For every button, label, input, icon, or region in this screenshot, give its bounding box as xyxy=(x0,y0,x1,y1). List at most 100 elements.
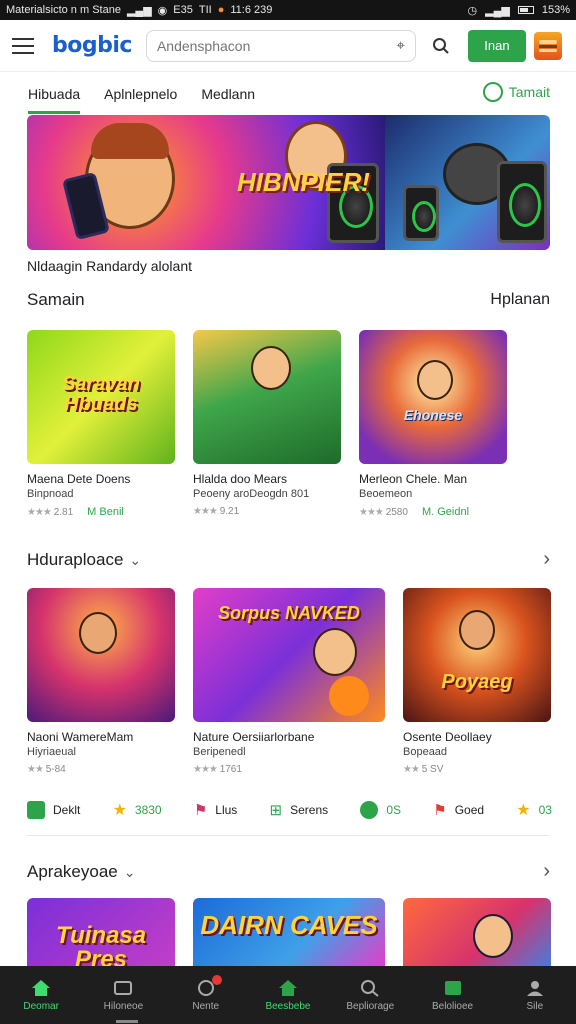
game-publisher: Beoemeon xyxy=(359,488,413,500)
app-logo[interactable]: bogbic xyxy=(52,33,132,58)
section-title-3-label: Aprakeyoae xyxy=(27,861,118,881)
game-art-title: Ehonese xyxy=(403,407,463,423)
section-title-2[interactable]: Hduraploace ⌄ xyxy=(27,550,141,570)
nav-label: Hiloneoe xyxy=(103,1000,144,1012)
section-title-3[interactable]: Aprakeyoae ⌄ xyxy=(27,862,135,882)
tab-2[interactable]: Medlann xyxy=(201,76,255,116)
stat-item[interactable]: ⚑ Llus xyxy=(194,801,237,819)
game-art-title: DAIRN CAVES xyxy=(200,910,378,940)
card-row-2: Naoni WamereMam Hiyriaeual ★★ 5-84 Sorpu… xyxy=(27,588,576,775)
game-rating: 9.21 xyxy=(219,506,240,517)
top-bar: bogbic ⌖ Inan xyxy=(0,20,576,72)
search-icon xyxy=(361,979,379,997)
voice-search-icon[interactable]: ⌖ xyxy=(397,37,405,54)
category-tabs: Hibuada Aplnlepnelo Medlann Tamait xyxy=(0,76,576,116)
rating-stars-icon: ★★ xyxy=(27,764,44,775)
nav-item-store[interactable]: Beesbebe xyxy=(253,979,323,1012)
character-face xyxy=(473,914,513,958)
game-thumbnail: Ehonese xyxy=(359,330,507,464)
tab-0[interactable]: Hibuada xyxy=(28,76,81,116)
nav-item-home[interactable]: Deomar xyxy=(6,979,76,1012)
chevron-right-icon[interactable]: › xyxy=(543,860,550,883)
game-card[interactable] xyxy=(403,898,551,966)
star-icon: ★ xyxy=(112,802,127,819)
character-face xyxy=(79,612,117,654)
game-icon xyxy=(444,980,461,995)
section-header-3: Aprakeyoae ⌄ › xyxy=(27,860,550,883)
game-card[interactable]: Hlalda doo Mears Peoeny aroDeogdn 801 ★★… xyxy=(193,330,341,518)
home-indicator xyxy=(116,1020,138,1023)
hero-banner[interactable]: HIBNPIER! xyxy=(27,115,550,250)
banner-title: HIBNPIER! xyxy=(237,167,370,197)
search-button[interactable] xyxy=(426,31,456,61)
nav-label: Belolioee xyxy=(431,1000,474,1012)
character-face xyxy=(459,610,495,650)
grid-icon: ⊞ xyxy=(269,802,283,819)
character-hair xyxy=(91,123,169,159)
card-row-1: Saravan Hbuads Maena Dete Doens Binpnoad… xyxy=(27,330,576,518)
nav-label: Deomar xyxy=(23,1000,59,1012)
nav-item-library[interactable]: Hiloneoe xyxy=(88,979,158,1012)
stat-label: 3830 xyxy=(134,803,162,817)
bottom-nav: Deomar Hiloneoe Nente Beesbebe Bepliorag… xyxy=(0,966,576,1024)
game-publisher: Peoeny aroDeogdn 801 xyxy=(193,488,310,500)
tamait-link[interactable]: Tamait xyxy=(482,82,550,102)
banner-art-right xyxy=(385,115,550,250)
chat-icon xyxy=(27,801,45,819)
game-card[interactable]: Tuinasa Pres xyxy=(27,898,175,966)
game-card[interactable]: Sorpus NAVKED Nature Oersiiarlorbane Ber… xyxy=(193,588,385,775)
stats-row: Deklt ★ 3830 ⚑ Llus ⊞ Serens 0S ⚑ Goed ★ 03 xyxy=(27,800,552,820)
play-icon xyxy=(360,801,379,819)
rating-stars-icon: ★★★ xyxy=(27,506,52,518)
chevron-right-icon[interactable]: › xyxy=(543,548,550,571)
status-bar: Materialsicto n m Stane ▂▄▆ ◉ E35 TII ● … xyxy=(0,0,576,20)
nav-item-games[interactable]: Belolioee xyxy=(418,979,488,1012)
game-extra: M Benil xyxy=(87,506,124,518)
join-button[interactable]: Inan xyxy=(467,29,526,62)
clock-icon: ◷ xyxy=(467,4,478,17)
stat-label: 0S xyxy=(386,803,402,817)
logo-text: bogbic xyxy=(52,33,132,58)
game-rating: 5-84 xyxy=(45,764,66,775)
game-name: Osente Deollaey xyxy=(403,730,492,744)
stat-item[interactable]: 0S xyxy=(360,801,401,819)
store-icon xyxy=(278,979,297,996)
search-box[interactable]: ⌖ xyxy=(145,29,416,62)
game-rating: 2580 xyxy=(385,506,408,518)
stat-item[interactable]: ★ 3830 xyxy=(113,800,162,820)
section-title-2-label: Hduraploace xyxy=(27,549,124,569)
game-art-title: Sorpus NAVKED xyxy=(218,603,360,623)
status-clock: 11:6 239 xyxy=(230,4,273,16)
game-card[interactable]: Ehonese Merleon Chele. Man Beoemeon ★★★ … xyxy=(359,330,507,518)
section-see-all-1[interactable]: Hplanan xyxy=(490,291,550,309)
game-thumbnail: Saravan Hbuads xyxy=(27,330,175,464)
burger-icon[interactable] xyxy=(533,31,562,60)
game-publisher: Binpnoad xyxy=(27,488,74,500)
notification-badge xyxy=(211,974,222,985)
game-publisher: Hiyriaeual xyxy=(27,746,76,758)
game-card[interactable]: Poyaeg Osente Deollaey Bopeaad ★★ 5 SV xyxy=(403,588,551,775)
nav-item-notifications[interactable]: Nente xyxy=(171,974,241,1012)
status-text: Materialsicto n m Stane xyxy=(6,4,121,16)
stat-item[interactable]: ⊞ Serens xyxy=(270,801,329,819)
tab-1[interactable]: Aplnlepnelo xyxy=(104,76,177,116)
tamait-label: Tamait xyxy=(508,84,550,100)
game-card[interactable]: DAIRN CAVES xyxy=(193,898,385,966)
chevron-down-icon: ⌄ xyxy=(129,551,142,568)
nav-item-profile[interactable]: Sile xyxy=(500,979,570,1012)
nav-item-search[interactable]: Bepliorage xyxy=(335,979,405,1012)
divider xyxy=(27,835,550,836)
search-input[interactable] xyxy=(156,37,397,54)
speaker-right-icon xyxy=(497,161,547,243)
menu-icon[interactable] xyxy=(12,37,34,54)
nav-label: Nente xyxy=(192,1000,220,1012)
game-card[interactable]: Naoni WamereMam Hiyriaeual ★★ 5-84 xyxy=(27,588,175,775)
game-publisher: Beripenedl xyxy=(193,746,246,758)
home-icon xyxy=(32,979,51,996)
stat-label: Goed xyxy=(454,803,485,817)
stat-item[interactable]: ★ 03 xyxy=(516,800,552,820)
game-card[interactable]: Saravan Hbuads Maena Dete Doens Binpnoad… xyxy=(27,330,175,518)
stat-item[interactable]: Deklt xyxy=(27,801,80,819)
game-publisher: Bopeaad xyxy=(403,746,448,758)
stat-item[interactable]: ⚑ Goed xyxy=(433,801,484,819)
